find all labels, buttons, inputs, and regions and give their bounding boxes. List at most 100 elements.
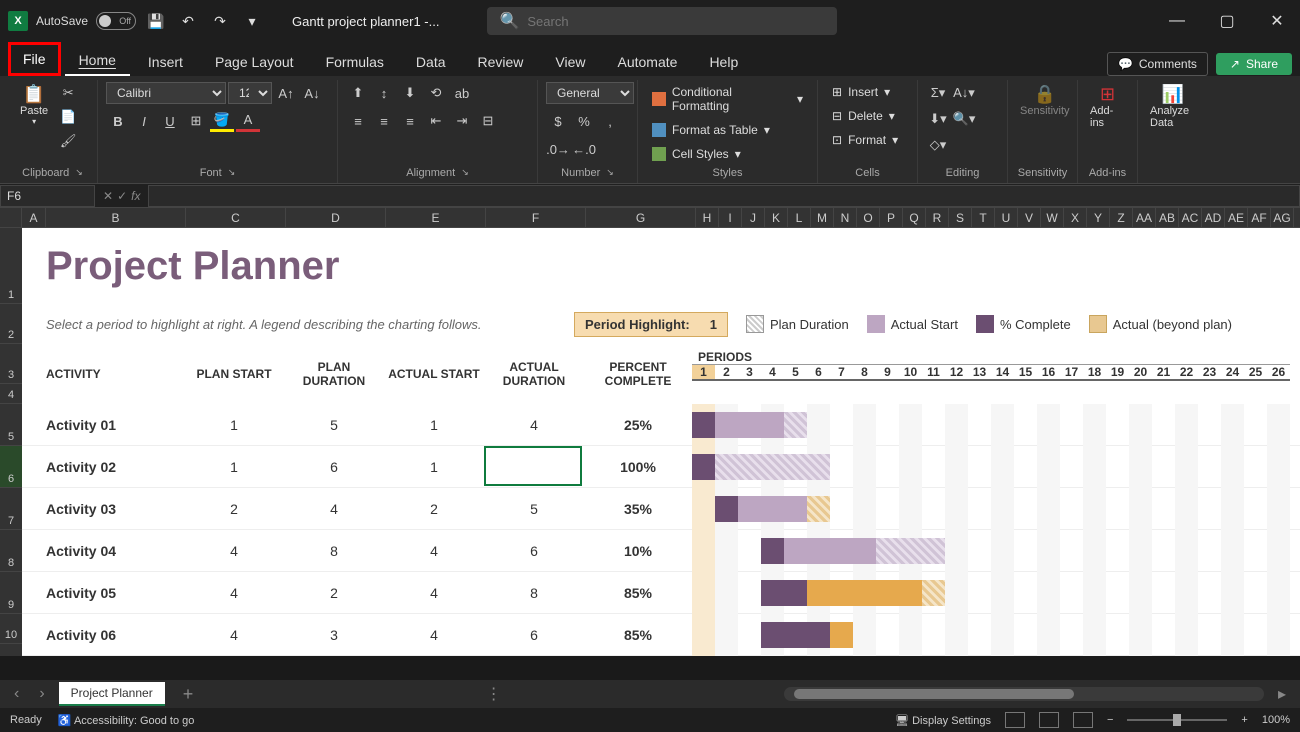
activity-name[interactable]: Activity 06: [22, 614, 184, 655]
row-header[interactable]: 2: [0, 304, 22, 344]
align-middle-button[interactable]: ↕: [372, 82, 396, 104]
activity-name[interactable]: Activity 01: [22, 404, 184, 445]
col-header[interactable]: O: [857, 208, 880, 227]
sheet-nav-prev[interactable]: ‹: [8, 685, 25, 703]
col-header[interactable]: L: [788, 208, 811, 227]
tab-formulas[interactable]: Formulas: [312, 48, 398, 76]
plan-start-cell[interactable]: 4: [184, 530, 284, 571]
plan-duration-cell[interactable]: 2: [284, 572, 384, 613]
formula-input[interactable]: [148, 185, 1300, 207]
col-header[interactable]: K: [765, 208, 788, 227]
actual-start-cell[interactable]: 2: [384, 488, 484, 529]
col-header[interactable]: D: [286, 208, 386, 227]
col-header[interactable]: X: [1064, 208, 1087, 227]
comments-button[interactable]: 💬Comments: [1107, 52, 1208, 76]
copy-button[interactable]: 📄: [56, 106, 80, 128]
percent-cell[interactable]: 85%: [584, 614, 692, 655]
increase-indent-button[interactable]: ⇥: [450, 110, 474, 132]
find-button[interactable]: 🔍▾: [952, 108, 976, 130]
tab-help[interactable]: Help: [695, 48, 752, 76]
plan-duration-cell[interactable]: 8: [284, 530, 384, 571]
zoom-out-button[interactable]: −: [1107, 714, 1113, 726]
comma-button[interactable]: ,: [598, 110, 622, 132]
fill-button[interactable]: ⬇▾: [926, 108, 950, 130]
cell-styles-button[interactable]: Cell Styles ▾: [646, 144, 747, 164]
row-header[interactable]: 8: [0, 530, 22, 572]
row-header[interactable]: 7: [0, 488, 22, 530]
actual-start-cell[interactable]: 4: [384, 572, 484, 613]
actual-start-cell[interactable]: 4: [384, 614, 484, 655]
accessibility-status[interactable]: ♿ Accessibility: Good to go: [58, 714, 195, 727]
plan-duration-cell[interactable]: 5: [284, 404, 384, 445]
increase-font-button[interactable]: A↑: [274, 82, 298, 104]
col-header[interactable]: S: [949, 208, 972, 227]
col-header[interactable]: C: [186, 208, 286, 227]
align-bottom-button[interactable]: ⬇: [398, 82, 422, 104]
minimize-button[interactable]: —: [1162, 6, 1192, 36]
number-format-select[interactable]: General: [546, 82, 634, 104]
cancel-formula-icon[interactable]: ✕: [103, 189, 113, 203]
col-header[interactable]: AG: [1271, 208, 1294, 227]
align-left-button[interactable]: ≡: [346, 110, 370, 132]
alignment-launcher-icon[interactable]: ↘: [461, 167, 469, 179]
fill-color-button[interactable]: 🪣: [210, 110, 234, 132]
align-right-button[interactable]: ≡: [398, 110, 422, 132]
save-icon[interactable]: 💾: [144, 9, 168, 33]
paste-button[interactable]: 📋Paste▾: [16, 82, 52, 128]
addins-button[interactable]: ⊞Add-ins: [1086, 82, 1129, 131]
analyze-data-button[interactable]: 📊Analyze Data: [1146, 82, 1200, 131]
orientation-button[interactable]: ⟲: [424, 82, 448, 104]
format-painter-button[interactable]: 🖌: [56, 130, 80, 152]
tab-review[interactable]: Review: [464, 48, 538, 76]
plan-start-cell[interactable]: 4: [184, 614, 284, 655]
percent-button[interactable]: %: [572, 110, 596, 132]
number-launcher-icon[interactable]: ↘: [606, 167, 614, 179]
page-layout-view-button[interactable]: [1039, 712, 1059, 728]
col-header[interactable]: A: [22, 208, 46, 227]
tab-options-icon[interactable]: ⋮: [486, 684, 502, 704]
name-box[interactable]: [0, 185, 95, 207]
col-header[interactable]: F: [486, 208, 586, 227]
close-button[interactable]: ✕: [1262, 6, 1292, 36]
format-cells-button[interactable]: ⊡Format ▾: [826, 130, 904, 150]
sensitivity-button[interactable]: 🔒Sensitivity: [1016, 82, 1074, 119]
font-name-select[interactable]: Calibri: [106, 82, 226, 104]
search-input[interactable]: [527, 14, 825, 29]
col-header[interactable]: AE: [1225, 208, 1248, 227]
col-header[interactable]: W: [1041, 208, 1064, 227]
cut-button[interactable]: ✂: [56, 82, 80, 104]
redo-icon[interactable]: ↷: [208, 9, 232, 33]
actual-duration-cell[interactable]: [484, 446, 584, 487]
col-header[interactable]: U: [995, 208, 1018, 227]
col-header[interactable]: P: [880, 208, 903, 227]
row-header[interactable]: 6: [0, 446, 22, 488]
activity-name[interactable]: Activity 04: [22, 530, 184, 571]
autosum-button[interactable]: Σ▾: [926, 82, 950, 104]
zoom-slider[interactable]: [1127, 719, 1227, 721]
delete-cells-button[interactable]: ⊟Delete ▾: [826, 106, 901, 126]
plan-start-cell[interactable]: 2: [184, 488, 284, 529]
col-header[interactable]: N: [834, 208, 857, 227]
col-header[interactable]: Q: [903, 208, 926, 227]
add-sheet-button[interactable]: +: [173, 684, 204, 705]
maximize-button[interactable]: ▢: [1212, 6, 1242, 36]
row-header[interactable]: 3: [0, 344, 22, 384]
actual-duration-cell[interactable]: 6: [484, 614, 584, 655]
sheet-tab[interactable]: Project Planner: [59, 682, 165, 706]
wrap-text-button[interactable]: ab: [450, 82, 474, 104]
col-header[interactable]: AF: [1248, 208, 1271, 227]
border-button[interactable]: ⊞: [184, 110, 208, 132]
share-button[interactable]: ↗Share: [1216, 53, 1292, 75]
enter-formula-icon[interactable]: ✓: [117, 189, 127, 203]
actual-start-cell[interactable]: 4: [384, 530, 484, 571]
col-header[interactable]: AC: [1179, 208, 1202, 227]
actual-start-cell[interactable]: 1: [384, 404, 484, 445]
plan-duration-cell[interactable]: 6: [284, 446, 384, 487]
percent-cell[interactable]: 35%: [584, 488, 692, 529]
percent-cell[interactable]: 85%: [584, 572, 692, 613]
activity-name[interactable]: Activity 02: [22, 446, 184, 487]
col-header[interactable]: M: [811, 208, 834, 227]
col-header[interactable]: AD: [1202, 208, 1225, 227]
row-header[interactable]: 9: [0, 572, 22, 614]
currency-button[interactable]: $: [546, 110, 570, 132]
